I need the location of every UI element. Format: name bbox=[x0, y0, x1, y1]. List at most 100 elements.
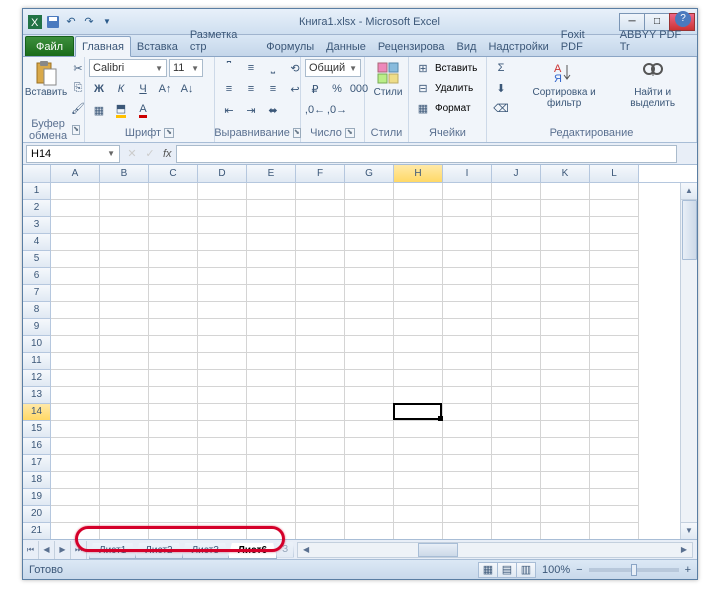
cell[interactable] bbox=[443, 387, 492, 404]
cell[interactable] bbox=[296, 370, 345, 387]
font-size-combo[interactable]: 11▼ bbox=[169, 59, 203, 77]
column-header[interactable]: D bbox=[198, 165, 247, 182]
cell[interactable] bbox=[541, 370, 590, 387]
cell[interactable] bbox=[149, 319, 198, 336]
cell[interactable] bbox=[345, 319, 394, 336]
paste-button[interactable]: Вставить bbox=[27, 59, 65, 100]
cell[interactable] bbox=[51, 455, 100, 472]
cell[interactable] bbox=[541, 421, 590, 438]
cell[interactable] bbox=[443, 200, 492, 217]
ribbon-tab-review[interactable]: Рецензирова bbox=[372, 37, 451, 56]
zoom-level[interactable]: 100% bbox=[542, 564, 570, 576]
cell[interactable] bbox=[541, 183, 590, 200]
align-right-icon[interactable]: ≡ bbox=[263, 80, 283, 98]
cell[interactable] bbox=[590, 370, 639, 387]
cell[interactable] bbox=[492, 438, 541, 455]
cell[interactable] bbox=[51, 421, 100, 438]
cell[interactable] bbox=[345, 200, 394, 217]
scroll-down-icon[interactable]: ▼ bbox=[681, 522, 697, 539]
cell[interactable] bbox=[149, 438, 198, 455]
cell[interactable] bbox=[51, 472, 100, 489]
row-header[interactable]: 17 bbox=[23, 455, 51, 472]
cell[interactable] bbox=[345, 285, 394, 302]
cell[interactable] bbox=[345, 183, 394, 200]
undo-icon[interactable]: ↶ bbox=[63, 14, 79, 30]
cell[interactable] bbox=[394, 251, 443, 268]
tab-nav-next-icon[interactable]: ▶ bbox=[55, 541, 71, 559]
cell[interactable] bbox=[541, 404, 590, 421]
cell[interactable] bbox=[492, 302, 541, 319]
zoom-in-button[interactable]: + bbox=[685, 564, 691, 576]
align-bottom-icon[interactable]: ⎵ bbox=[263, 59, 283, 77]
cell[interactable] bbox=[51, 353, 100, 370]
cell[interactable] bbox=[247, 472, 296, 489]
cell[interactable] bbox=[492, 336, 541, 353]
cell[interactable] bbox=[198, 319, 247, 336]
cell[interactable] bbox=[296, 251, 345, 268]
cell[interactable] bbox=[394, 285, 443, 302]
cell[interactable] bbox=[296, 523, 345, 539]
cell[interactable] bbox=[345, 353, 394, 370]
qat-dropdown-icon[interactable]: ▼ bbox=[99, 14, 115, 30]
increase-indent-icon[interactable]: ⇥ bbox=[241, 101, 261, 119]
cell[interactable] bbox=[492, 217, 541, 234]
row-header[interactable]: 14 bbox=[23, 404, 51, 421]
cell[interactable] bbox=[492, 506, 541, 523]
cell[interactable] bbox=[100, 472, 149, 489]
tab-nav-first-icon[interactable]: ⏮ bbox=[23, 541, 39, 559]
redo-icon[interactable]: ↷ bbox=[81, 14, 97, 30]
cell[interactable] bbox=[51, 234, 100, 251]
cell[interactable] bbox=[541, 319, 590, 336]
styles-button[interactable]: Стили bbox=[369, 59, 407, 100]
cell[interactable] bbox=[345, 336, 394, 353]
cell[interactable] bbox=[541, 336, 590, 353]
row-header[interactable]: 15 bbox=[23, 421, 51, 438]
column-header[interactable]: J bbox=[492, 165, 541, 182]
cell[interactable] bbox=[100, 319, 149, 336]
cell[interactable] bbox=[51, 506, 100, 523]
row-header[interactable]: 9 bbox=[23, 319, 51, 336]
cell[interactable] bbox=[492, 200, 541, 217]
cell[interactable] bbox=[296, 268, 345, 285]
cell[interactable] bbox=[492, 421, 541, 438]
cell[interactable] bbox=[100, 268, 149, 285]
cell[interactable] bbox=[443, 421, 492, 438]
cell[interactable] bbox=[590, 268, 639, 285]
grid-rows[interactable]: 123456789101112131415161718192021 bbox=[23, 183, 697, 539]
zoom-handle[interactable] bbox=[631, 564, 637, 576]
cell[interactable] bbox=[100, 217, 149, 234]
sheet-tab[interactable]: Лист3 bbox=[182, 543, 229, 559]
cell[interactable] bbox=[100, 336, 149, 353]
cell[interactable] bbox=[345, 455, 394, 472]
cell[interactable] bbox=[149, 489, 198, 506]
cell[interactable] bbox=[443, 336, 492, 353]
dialog-launcher[interactable]: ⬊ bbox=[164, 128, 174, 138]
column-header[interactable]: F bbox=[296, 165, 345, 182]
cell[interactable] bbox=[394, 370, 443, 387]
cell[interactable] bbox=[443, 353, 492, 370]
cell[interactable] bbox=[394, 455, 443, 472]
cell[interactable] bbox=[394, 489, 443, 506]
underline-button[interactable]: Ч bbox=[133, 80, 153, 98]
cell[interactable] bbox=[492, 404, 541, 421]
horizontal-scrollbar[interactable]: ◀ ▶ bbox=[297, 542, 693, 558]
cell[interactable] bbox=[345, 523, 394, 539]
cell[interactable] bbox=[100, 404, 149, 421]
cell[interactable] bbox=[247, 234, 296, 251]
cell[interactable] bbox=[100, 438, 149, 455]
cell[interactable] bbox=[100, 183, 149, 200]
cell[interactable] bbox=[394, 506, 443, 523]
cell[interactable] bbox=[51, 285, 100, 302]
vertical-scrollbar[interactable]: ▲ ▼ bbox=[680, 183, 697, 539]
cell[interactable] bbox=[394, 200, 443, 217]
cell[interactable] bbox=[345, 489, 394, 506]
cell[interactable] bbox=[100, 370, 149, 387]
row-header[interactable]: 7 bbox=[23, 285, 51, 302]
cell[interactable] bbox=[443, 183, 492, 200]
cell[interactable] bbox=[590, 489, 639, 506]
cell[interactable] bbox=[443, 472, 492, 489]
cell[interactable] bbox=[247, 506, 296, 523]
cell[interactable] bbox=[541, 387, 590, 404]
cell[interactable] bbox=[149, 217, 198, 234]
cell[interactable] bbox=[541, 285, 590, 302]
